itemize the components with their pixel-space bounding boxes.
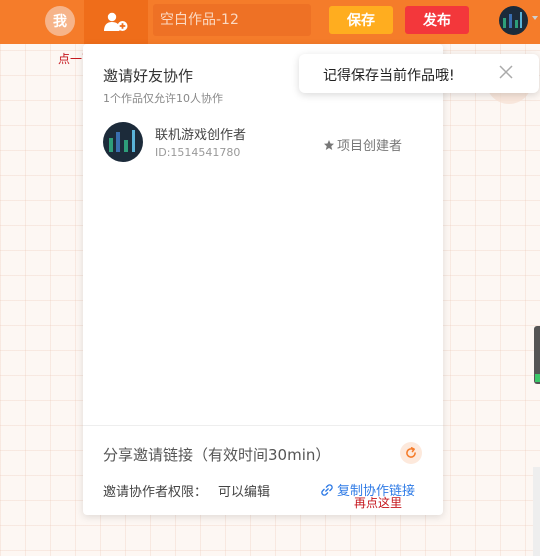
link-icon <box>321 483 333 496</box>
add-user-icon <box>104 12 128 31</box>
publish-button[interactable]: 发布 <box>405 6 469 34</box>
panel-subtitle: 1个作品仅允许10人协作 <box>103 92 223 105</box>
member-id: ID:1514541780 <box>155 146 241 159</box>
close-icon[interactable] <box>498 64 514 80</box>
member-name: 联机游戏创作者 <box>155 128 247 143</box>
top-bar: 我 保存 发布 <box>0 0 540 44</box>
divider <box>83 425 443 426</box>
scrollbar[interactable] <box>533 467 540 556</box>
member-role: 项目创建者 <box>323 135 402 154</box>
collaboration-panel: 邀请好友协作 1个作品仅允许10人协作 联机游戏创作者 ID:151454178… <box>83 44 443 515</box>
permission-label: 邀请协作者权限： <box>103 485 208 500</box>
invite-collaborator-button[interactable] <box>84 0 148 44</box>
member-avatar <box>103 122 143 162</box>
permission-value[interactable]: 可以编辑 <box>218 481 270 500</box>
refresh-link-button[interactable] <box>400 442 422 464</box>
save-button[interactable]: 保存 <box>329 6 393 34</box>
project-title-input[interactable] <box>153 4 311 36</box>
me-avatar[interactable]: 我 <box>45 6 75 36</box>
user-avatar[interactable] <box>499 6 528 35</box>
share-link-title: 分享邀请链接（有效时间30min） <box>103 446 331 464</box>
toast-text: 记得保存当前作品哦! <box>323 68 455 84</box>
side-panel-handle[interactable] <box>534 326 540 384</box>
chevron-down-icon[interactable] <box>532 16 538 20</box>
save-reminder-toast: 记得保存当前作品哦! <box>299 54 539 93</box>
refresh-icon <box>406 446 416 458</box>
member-role-label: 项目创建者 <box>337 139 403 154</box>
panel-title: 邀请好友协作 <box>103 67 194 85</box>
copy-hint: 再点这里 <box>354 496 403 510</box>
star-icon <box>324 139 334 150</box>
